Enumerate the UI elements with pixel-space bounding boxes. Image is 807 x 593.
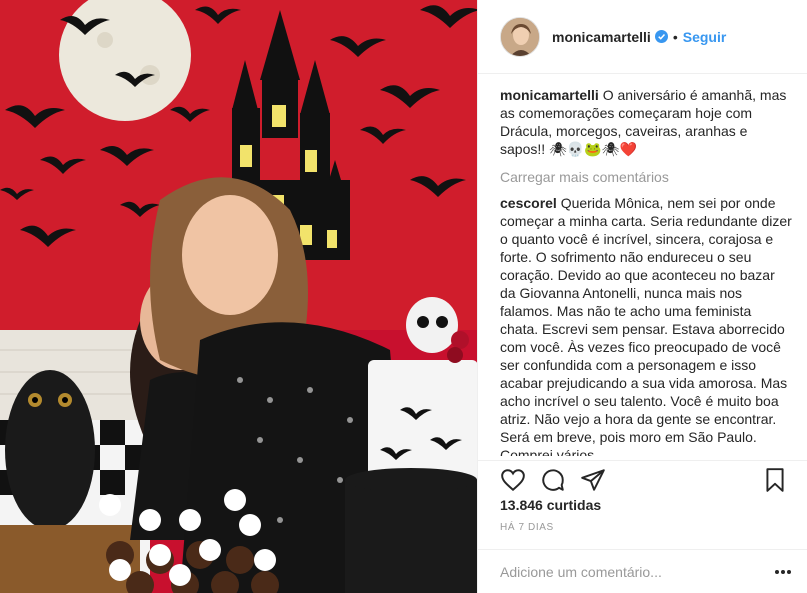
header-separator: • [672,28,678,45]
add-comment-bar [478,549,807,593]
load-more-comments-button[interactable]: Carregar mais comentários [500,168,792,186]
avatar-image [501,17,539,56]
header-username[interactable]: monicamartelli [552,29,651,45]
comments-section: monicamartelli O aniversário é amanhã, m… [500,86,792,456]
post-date[interactable]: HÁ 7 DIAS [500,522,554,533]
post-photo-illustration [0,0,477,593]
post-header: monicamartelli • Seguir [478,0,807,74]
post-details-panel: monicamartelli • Seguir monicamartelli O… [477,0,807,593]
share-icon[interactable] [580,467,606,493]
comment-username[interactable]: cescorel [500,195,557,211]
caption: monicamartelli O aniversário é amanhã, m… [500,86,792,158]
bookmark-icon[interactable] [762,467,788,493]
follow-button[interactable]: Seguir [683,29,727,45]
more-options-icon[interactable] [774,569,792,575]
verified-badge-icon [654,30,668,43]
comment: cescorel Querida Mônica, nem sei por ond… [500,194,792,456]
caption-username[interactable]: monicamartelli [500,87,599,103]
action-bar [478,460,807,494]
avatar[interactable] [500,16,540,57]
add-comment-input[interactable] [500,563,774,580]
comment-icon[interactable] [540,467,566,493]
likes-count[interactable]: 13.846 curtidas [500,497,601,513]
heart-icon[interactable] [500,467,526,493]
comment-text: Querida Mônica, nem sei por onde começar… [500,195,792,456]
post-photo[interactable] [0,0,477,593]
